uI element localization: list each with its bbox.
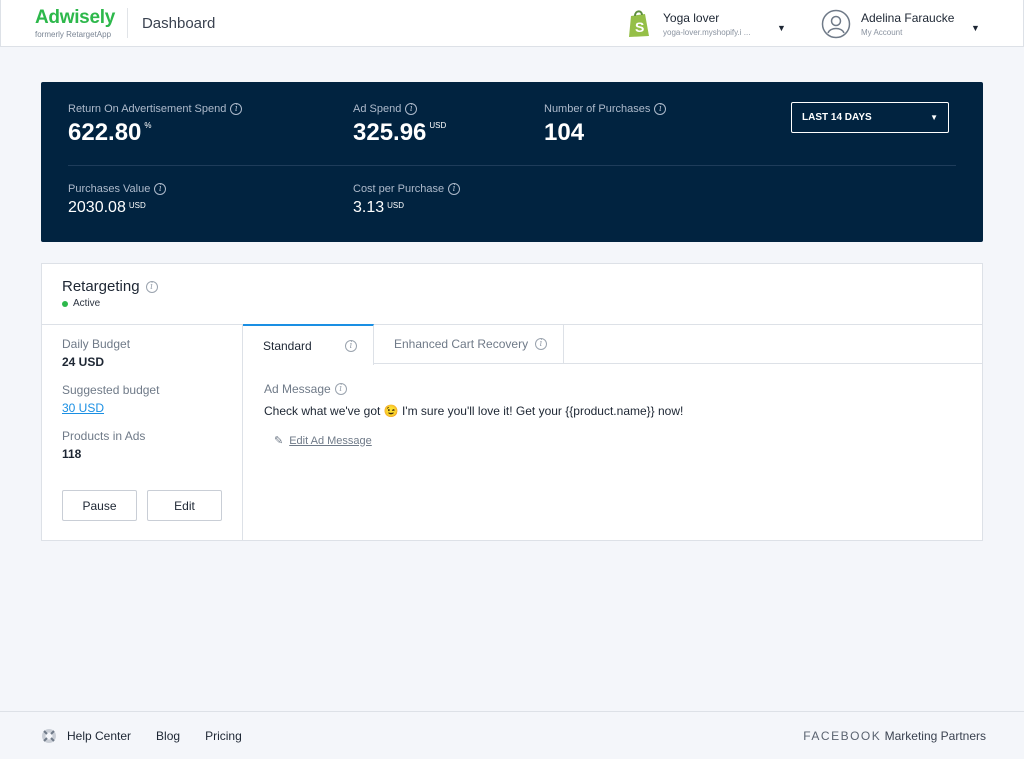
caret-down-icon: ▼	[930, 113, 938, 122]
metric-purchases-value: Purchases Value i 2030.08 USD	[68, 183, 167, 217]
date-range-select[interactable]: LAST 14 DAYS ▼	[791, 102, 949, 133]
info-icon[interactable]: i	[535, 338, 547, 350]
page-title: Dashboard	[141, 14, 216, 32]
tab-enhanced-cart-recovery[interactable]: Enhanced Cart Recovery i	[374, 324, 564, 364]
edit-button[interactable]: Edit	[147, 490, 222, 521]
info-icon[interactable]: i	[654, 103, 667, 115]
footer: Help Center Blog Pricing FACEBOOK Market…	[0, 711, 1024, 759]
tab-standard[interactable]: Standard i	[243, 324, 374, 365]
metric-roas: Return On Advertisement Spend i 622.80%	[68, 103, 243, 147]
info-icon[interactable]: i	[154, 183, 167, 195]
info-icon[interactable]: i	[405, 103, 418, 115]
info-icon[interactable]: i	[145, 280, 158, 293]
metric-cost-per-purchase: Cost per Purchase i 3.13 USD	[353, 183, 461, 217]
daily-budget-value: 24 USD	[62, 355, 105, 369]
retargeting-card: Retargeting i Active Daily Budget 24 USD …	[41, 263, 983, 541]
suggested-budget-link[interactable]: 30 USD	[62, 401, 104, 415]
top-header: Adwisely formerly RetargetApp Dashboard …	[0, 0, 1024, 47]
products-count: 118	[62, 447, 82, 461]
store-selector[interactable]: S Yoga lover yoga-lover.myshopify.i ... …	[627, 9, 786, 38]
edit-ad-message-link[interactable]: ✎ Edit Ad Message	[274, 434, 372, 448]
pencil-icon: ✎	[274, 435, 284, 447]
ad-message-text: Check what we've got 😉 I'm sure you'll l…	[264, 404, 684, 418]
chevron-down-icon: ▼	[777, 23, 786, 33]
info-icon[interactable]: i	[334, 383, 347, 395]
logo[interactable]: Adwisely formerly RetargetApp	[35, 7, 115, 39]
status-dot	[62, 300, 68, 307]
info-icon[interactable]: i	[448, 183, 461, 195]
divider	[68, 165, 956, 166]
metric-ad-spend: Ad Spend i 325.96 USD	[353, 103, 447, 146]
pricing-link[interactable]: Pricing	[205, 729, 242, 743]
metrics-panel: Return On Advertisement Spend i 622.80% A…	[41, 82, 983, 242]
status-badge: Active	[62, 298, 100, 309]
facebook-partner-badge: FACEBOOK Marketing Partners	[803, 728, 986, 743]
chevron-down-icon: ▼	[971, 23, 980, 33]
campaign-details: Daily Budget 24 USD Suggested budget 30 …	[42, 325, 243, 540]
account-menu[interactable]: Adelina Faraucke My Account ▼	[821, 9, 980, 39]
svg-text:S: S	[635, 19, 644, 35]
tabs: Standard i Enhanced Cart Recovery i	[243, 324, 982, 365]
pause-button[interactable]: Pause	[62, 490, 137, 521]
info-icon[interactable]: i	[230, 103, 243, 115]
lifebuoy-icon	[42, 728, 56, 743]
divider	[126, 8, 128, 38]
campaign-title: Retargeting	[62, 278, 140, 295]
info-icon[interactable]: i	[345, 339, 357, 352]
help-center-link[interactable]: Help Center	[67, 729, 131, 743]
blog-link[interactable]: Blog	[156, 729, 180, 743]
user-avatar-icon	[821, 9, 851, 39]
metric-purchases: Number of Purchases i 104	[544, 103, 667, 147]
shopify-icon: S	[629, 10, 649, 37]
